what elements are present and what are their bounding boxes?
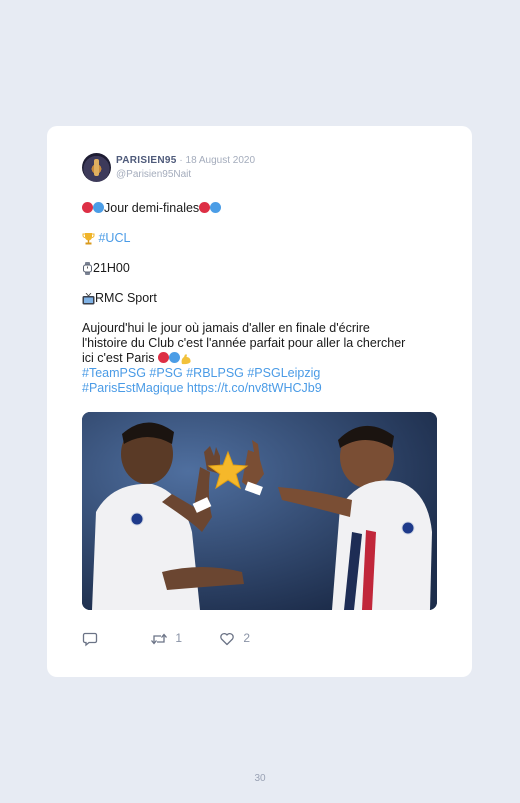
tv-icon (82, 292, 95, 305)
hashtags-line-2[interactable]: #ParisEstMagique https://t.co/nv8tWHCJb9 (82, 381, 322, 396)
tweet-line-1: Jour demi-finales (82, 201, 222, 216)
tweet-line-3: 21H00 (82, 261, 130, 276)
tweet-line-4: RMC Sport (82, 291, 157, 306)
tweet-date: · 18 August 2020 (179, 155, 256, 166)
heart-icon (220, 632, 234, 646)
author-name[interactable]: PARISIEN95 (116, 155, 177, 166)
tweet-line-1-text: Jour demi-finales (104, 201, 200, 215)
reply-button[interactable] (82, 631, 98, 647)
broadcaster: RMC Sport (95, 291, 157, 305)
avatar[interactable] (82, 153, 111, 182)
page-number: 30 (254, 773, 266, 784)
like-button[interactable]: 2 (219, 631, 250, 647)
tweet-paragraph-line-2: l'histoire du Club c'est l'année parfait… (82, 336, 406, 350)
players-celebrating-image (82, 412, 437, 610)
tweet-line-2: #UCL (82, 231, 130, 246)
red-circle-icon (199, 202, 211, 213)
hashtags-line-1[interactable]: #TeamPSG #PSG #RBLPSG #PSGLeipzig (82, 366, 320, 381)
retweet-icon (151, 633, 167, 645)
trophy-icon (82, 233, 95, 245)
reply-icon (82, 632, 98, 647)
blue-circle-icon (169, 352, 181, 363)
tweet-photo[interactable] (82, 412, 437, 610)
tweet-header: PARISIEN95 · 18 August 2020 (116, 155, 255, 166)
red-circle-icon (82, 202, 93, 213)
blue-circle-icon (93, 202, 104, 213)
tweet-paragraph-line-3-text: ici c'est Paris (82, 351, 155, 365)
flexed-biceps-icon (181, 354, 191, 364)
blue-circle-icon (210, 202, 222, 213)
tweet-card: PARISIEN95 · 18 August 2020 @Parisien95N… (47, 126, 472, 677)
tweet-paragraph-line-3: ici c'est Paris (82, 351, 192, 366)
author-handle[interactable]: @Parisien95Nait (116, 169, 191, 180)
like-count: 2 (243, 631, 251, 646)
retweet-button[interactable]: 1 (150, 631, 182, 647)
kickoff-time: 21H00 (93, 261, 130, 275)
watch-icon (83, 262, 92, 276)
ucl-hashtag-link[interactable]: #UCL (98, 231, 130, 245)
tweet-paragraph-line-1: Aujourd'hui le jour où jamais d'aller en… (82, 321, 370, 335)
retweet-count: 1 (175, 631, 183, 646)
red-circle-icon (158, 352, 170, 363)
